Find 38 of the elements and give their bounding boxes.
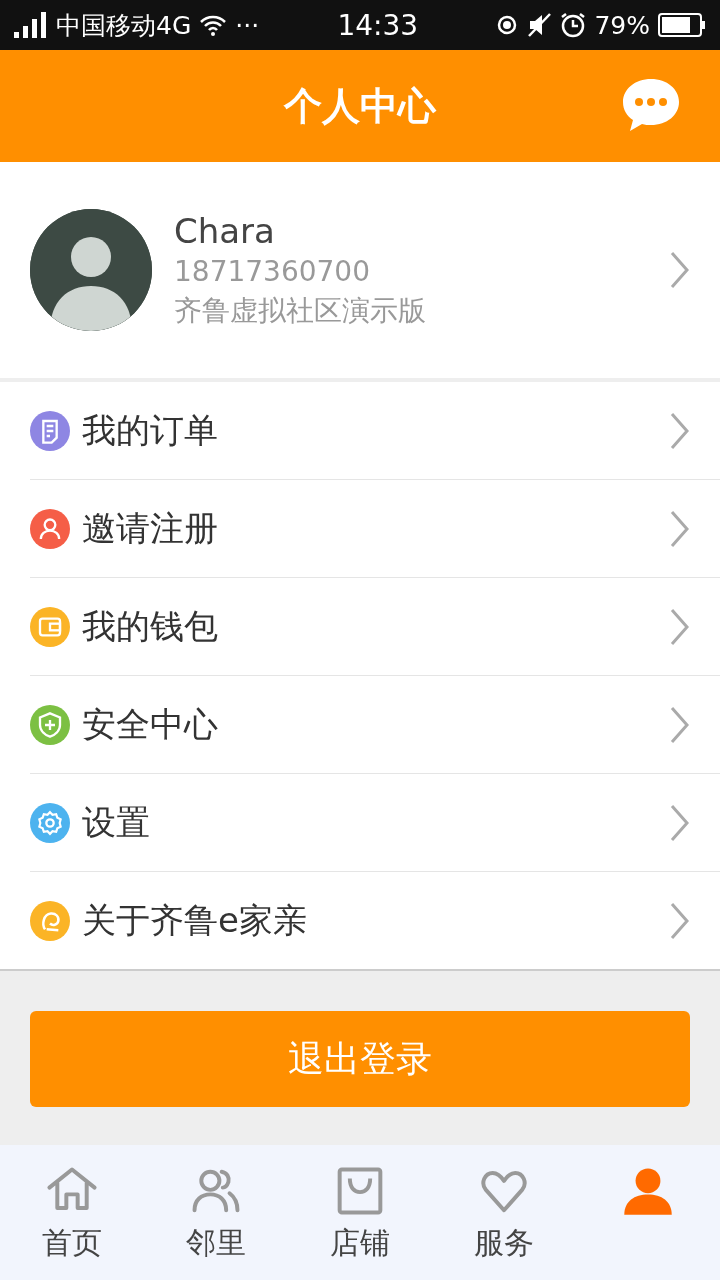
battery-percent: 79% [594, 10, 650, 40]
community-name: 齐鲁虚拟社区演示版 [174, 292, 427, 329]
chevron-icon [670, 901, 690, 940]
battery-icon [658, 13, 706, 37]
carrier-label: 中国移动4G [56, 9, 192, 42]
menu-item[interactable]: 邀请注册 [30, 480, 720, 578]
menu-item[interactable]: 安全中心 [30, 676, 720, 774]
phone-number: 18717360700 [174, 254, 371, 288]
clock-time: 14:33 [337, 8, 419, 42]
tab-item[interactable]: 邻里 [144, 1145, 288, 1280]
wifi-icon [199, 14, 228, 36]
menu-item[interactable]: 设置 [30, 774, 720, 872]
menu-label: 我的钱包 [82, 604, 219, 648]
user-name: Chara [174, 210, 276, 251]
tab-item[interactable]: 店铺 [288, 1145, 432, 1280]
menu-label: 安全中心 [82, 702, 219, 746]
chevron-icon [670, 251, 690, 289]
menu-label: 我的订单 [82, 408, 219, 452]
more-indicator: ··· [235, 10, 260, 40]
menu-item[interactable]: 关于齐鲁e家亲 [30, 872, 720, 969]
location-icon [496, 14, 519, 36]
chevron-icon [670, 509, 690, 548]
chevron-icon [670, 607, 690, 646]
tab-item[interactable]: 首页 [0, 1145, 144, 1280]
menu-item[interactable]: 我的订单 [30, 382, 720, 480]
chat-icon[interactable] [620, 76, 682, 134]
page-title: 个人中心 [284, 82, 436, 130]
mute-icon [526, 12, 553, 38]
chevron-icon [670, 411, 690, 450]
menu-item[interactable]: 我的钱包 [30, 578, 720, 676]
tab-item[interactable]: 服务 [432, 1145, 576, 1280]
chevron-icon [670, 705, 690, 744]
alarm-icon [560, 12, 587, 38]
chevron-icon [670, 803, 690, 842]
menu-label: 设置 [82, 800, 151, 844]
menu-label: 邀请注册 [82, 506, 219, 550]
menu-label: 关于齐鲁e家亲 [82, 898, 308, 942]
signal-icon [14, 12, 48, 38]
